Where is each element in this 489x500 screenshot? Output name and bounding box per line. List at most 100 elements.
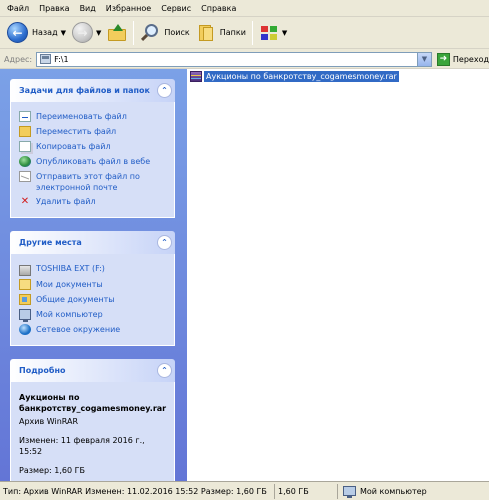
- my-documents-icon: [19, 279, 31, 290]
- back-arrow-icon: ←: [7, 22, 28, 43]
- address-value[interactable]: F:\1: [54, 55, 68, 64]
- views-icon: [259, 24, 279, 42]
- email-icon: [19, 171, 31, 182]
- search-icon: [140, 23, 160, 43]
- views-button[interactable]: ▼: [256, 20, 290, 46]
- shared-documents-icon: [19, 294, 31, 305]
- file-tasks-header[interactable]: Задачи для файлов и папок ⌃: [10, 79, 175, 102]
- file-tasks-list: Переименовать файл Переместить файл Копи…: [10, 102, 175, 218]
- back-dropdown-icon[interactable]: ▼: [61, 29, 66, 37]
- other-places-title: Другие места: [19, 238, 82, 247]
- toolbar: ← Назад ▼ → ▼ Поиск Папки ▼: [0, 17, 489, 49]
- folder-up-icon: [107, 23, 127, 42]
- search-label: Поиск: [164, 28, 190, 37]
- task-rename-file[interactable]: Переименовать файл: [19, 111, 166, 123]
- task-label: Копировать файл: [36, 142, 111, 151]
- place-network[interactable]: Сетевое окружение: [19, 324, 166, 336]
- task-pane: Задачи для файлов и папок ⌃ Переименоват…: [0, 69, 187, 487]
- place-label: Общие документы: [36, 295, 115, 304]
- file-name[interactable]: Аукционы по банкротству_cogamesmoney.rar: [204, 71, 399, 82]
- folders-button[interactable]: Папки: [193, 20, 249, 46]
- go-arrow-icon: ➜: [436, 52, 450, 66]
- status-location: Мой компьютер: [338, 484, 489, 499]
- move-icon: [19, 126, 31, 137]
- collapse-chevron-icon[interactable]: ⌃: [157, 83, 172, 98]
- details-header[interactable]: Подробно ⌃: [10, 359, 175, 382]
- place-label: Мой компьютер: [36, 310, 103, 319]
- menu-tools[interactable]: Сервис: [156, 0, 196, 17]
- forward-dropdown-icon[interactable]: ▼: [96, 29, 101, 37]
- views-dropdown-icon[interactable]: ▼: [282, 29, 287, 37]
- status-bar: Тип: Архив WinRAR Изменен: 11.02.2016 15…: [0, 481, 489, 500]
- up-button[interactable]: [104, 20, 130, 46]
- folder-drive-icon: [40, 54, 52, 64]
- toolbar-separator: [251, 20, 253, 45]
- place-label: Сетевое окружение: [36, 325, 121, 334]
- go-button[interactable]: ➜ Переход: [436, 52, 489, 66]
- forward-button[interactable]: → ▼: [69, 20, 104, 46]
- file-list-view[interactable]: Аукционы по банкротству_cogamesmoney.rar: [187, 69, 489, 481]
- other-places-header[interactable]: Другие места ⌃: [10, 231, 175, 254]
- file-tasks-title: Задачи для файлов и папок: [19, 86, 150, 95]
- copy-icon: [19, 141, 31, 152]
- place-my-documents[interactable]: Мои документы: [19, 279, 166, 291]
- place-shared-documents[interactable]: Общие документы: [19, 294, 166, 306]
- place-my-computer[interactable]: Мой компьютер: [19, 309, 166, 322]
- place-label: Мои документы: [36, 280, 103, 289]
- collapse-chevron-icon[interactable]: ⌃: [157, 363, 172, 378]
- task-copy-file[interactable]: Копировать файл: [19, 141, 166, 153]
- task-label: Удалить файл: [36, 197, 96, 206]
- folders-icon: [196, 24, 216, 42]
- my-computer-icon: [19, 309, 31, 322]
- place-toshiba-drive[interactable]: TOSHIBA EXT (F:): [19, 263, 166, 276]
- menu-help[interactable]: Справка: [196, 0, 241, 17]
- search-button[interactable]: Поиск: [137, 20, 192, 46]
- file-item[interactable]: Аукционы по банкротству_cogamesmoney.rar: [190, 71, 399, 82]
- details-modified: Изменен: 11 февраля 2016 г., 15:52: [19, 436, 145, 456]
- file-tasks-panel: Задачи для файлов и папок ⌃ Переименоват…: [10, 79, 175, 218]
- address-label: Адрес:: [4, 54, 33, 64]
- details-file-name: Аукционы по банкротству_cogamesmoney.rar: [19, 393, 167, 413]
- drive-icon: [19, 265, 31, 276]
- task-label: Опубликовать файл в вебе: [36, 157, 151, 166]
- details-panel: Подробно ⌃ Аукционы по банкротству_cogam…: [10, 359, 175, 487]
- collapse-chevron-icon[interactable]: ⌃: [157, 235, 172, 250]
- task-publish-web[interactable]: Опубликовать файл в вебе: [19, 156, 166, 168]
- back-button[interactable]: ← Назад ▼: [4, 20, 69, 46]
- task-email-file[interactable]: Отправить этот файл по электронной почте: [19, 171, 166, 193]
- publish-web-icon: [19, 156, 31, 167]
- address-dropdown-icon[interactable]: ▼: [416, 52, 431, 66]
- details-file-type: Архив WinRAR: [19, 417, 79, 426]
- place-label: TOSHIBA EXT (F:): [36, 264, 105, 273]
- rename-icon: [19, 111, 31, 122]
- details-size: Размер: 1,60 ГБ: [19, 466, 85, 475]
- menu-file[interactable]: Файл: [2, 0, 34, 17]
- forward-arrow-icon: →: [72, 22, 93, 43]
- task-delete-file[interactable]: ✕ Удалить файл: [19, 196, 166, 208]
- menu-favorites[interactable]: Избранное: [101, 0, 156, 17]
- task-label: Отправить этот файл по электронной почте: [36, 172, 140, 192]
- details-body: Аукционы по банкротству_cogamesmoney.rar…: [10, 382, 175, 487]
- back-label: Назад: [32, 28, 58, 37]
- address-bar: Адрес: F:\1 ▼ ➜ Переход: [0, 50, 489, 69]
- details-title: Подробно: [19, 366, 66, 375]
- task-move-file[interactable]: Переместить файл: [19, 126, 166, 138]
- address-input[interactable]: F:\1 ▼: [36, 51, 432, 67]
- folders-label: Папки: [219, 28, 246, 37]
- go-label: Переход: [452, 54, 489, 64]
- toolbar-separator: [133, 20, 135, 45]
- delete-icon: ✕: [20, 196, 30, 207]
- status-size: 1,60 ГБ: [275, 483, 338, 499]
- my-computer-icon: [343, 486, 356, 498]
- other-places-panel: Другие места ⌃ TOSHIBA EXT (F:) Мои доку…: [10, 231, 175, 346]
- menu-bar: Файл Правка Вид Избранное Сервис Справка: [0, 0, 489, 17]
- other-places-list: TOSHIBA EXT (F:) Мои документы Общие док…: [10, 254, 175, 346]
- status-location-label: Мой компьютер: [360, 486, 427, 496]
- winrar-archive-icon: [190, 71, 202, 82]
- menu-edit[interactable]: Правка: [34, 0, 74, 17]
- network-icon: [19, 324, 31, 335]
- task-label: Переименовать файл: [36, 112, 127, 121]
- menu-view[interactable]: Вид: [75, 0, 101, 17]
- task-label: Переместить файл: [36, 127, 117, 136]
- status-info: Тип: Архив WinRAR Изменен: 11.02.2016 15…: [0, 483, 275, 499]
